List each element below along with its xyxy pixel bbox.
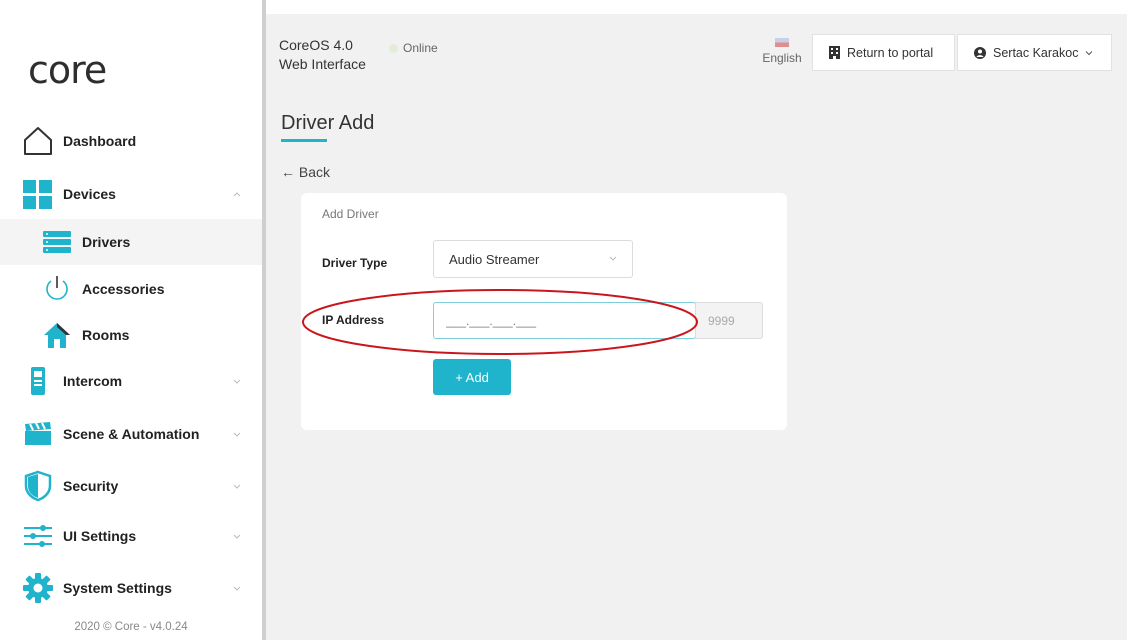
back-label: Back — [298, 164, 331, 180]
sidebar-item-rooms[interactable]: Rooms — [0, 312, 262, 358]
title-underline — [281, 139, 327, 142]
clapperboard-icon — [22, 418, 54, 450]
sidebar-item-label: System Settings — [63, 580, 172, 596]
building-icon — [829, 46, 840, 59]
sidebar-item-label: Drivers — [82, 234, 131, 250]
arrow-left-icon: ← — [281, 164, 295, 180]
status-label: Online — [403, 41, 438, 55]
chevron-down-icon — [608, 253, 618, 266]
chevron-down-icon — [232, 481, 242, 491]
grid-icon — [22, 178, 54, 210]
core-logo: core — [28, 48, 107, 92]
sidebar: core Dashboard Devices Drivers Accessori… — [0, 0, 262, 640]
us-flag-icon — [775, 38, 789, 47]
back-link[interactable]: ← Back — [281, 164, 330, 180]
chevron-down-icon — [1084, 48, 1094, 58]
server-icon — [42, 229, 72, 255]
main-content: CoreOS 4.0 Web Interface Online English … — [266, 14, 1127, 640]
sidebar-item-security[interactable]: Security — [0, 463, 262, 509]
gear-icon — [22, 572, 54, 604]
sidebar-item-label: Dashboard — [63, 133, 137, 149]
sidebar-item-drivers[interactable]: Drivers — [0, 219, 262, 265]
return-to-portal-button[interactable]: Return to portal — [812, 34, 955, 71]
app-title: CoreOS 4.0 Web Interface — [279, 36, 366, 74]
power-icon — [42, 276, 72, 302]
chevron-down-icon — [232, 429, 242, 439]
intercom-icon — [22, 365, 54, 397]
sidebar-footer: 2020 © Core - v4.0.24 — [74, 621, 188, 633]
shield-icon — [22, 470, 54, 502]
sidebar-item-label: Intercom — [63, 373, 123, 389]
sidebar-item-label: UI Settings — [63, 528, 137, 544]
sidebar-item-accessories[interactable]: Accessories — [0, 266, 262, 312]
home-icon — [22, 125, 54, 157]
chevron-down-icon — [232, 583, 242, 593]
user-name-label: Sertac Karakoc — [993, 45, 1079, 60]
status-indicator: Online — [389, 41, 438, 55]
app-window: core Dashboard Devices Drivers Accessori… — [0, 0, 1127, 640]
ip-address-label: IP Address — [322, 313, 385, 327]
language-selector[interactable]: English — [760, 38, 804, 65]
sidebar-item-label: Devices — [63, 186, 116, 202]
driver-type-select[interactable]: Audio Streamer — [433, 240, 633, 278]
card-title: Add Driver — [322, 207, 379, 221]
sidebar-item-devices[interactable]: Devices — [0, 171, 262, 217]
sidebar-item-system-settings[interactable]: System Settings — [0, 565, 262, 611]
chevron-up-icon — [232, 189, 242, 199]
language-label: English — [762, 51, 802, 65]
app-title-line2: Web Interface — [279, 56, 366, 72]
sidebar-item-ui-settings[interactable]: UI Settings — [0, 513, 262, 559]
sidebar-item-label: Security — [63, 478, 119, 494]
sidebar-item-dashboard[interactable]: Dashboard — [0, 118, 262, 164]
sidebar-item-label: Accessories — [82, 281, 165, 297]
chevron-down-icon — [232, 376, 242, 386]
sidebar-item-intercom[interactable]: Intercom — [0, 358, 262, 404]
ip-address-input[interactable] — [433, 302, 696, 339]
sidebar-item-label: Rooms — [82, 327, 130, 343]
app-title-line1: CoreOS 4.0 — [279, 37, 353, 53]
house-icon — [42, 322, 72, 348]
driver-type-label: Driver Type — [322, 256, 388, 270]
add-button[interactable]: + Add — [433, 359, 511, 395]
sliders-icon — [22, 520, 54, 552]
driver-type-value: Audio Streamer — [449, 251, 540, 267]
sidebar-item-label: Scene & Automation — [63, 426, 200, 442]
sidebar-item-scene-automation[interactable]: Scene & Automation — [0, 411, 262, 457]
port-input[interactable]: 9999 — [695, 302, 763, 339]
user-menu-button[interactable]: Sertac Karakoc — [957, 34, 1112, 71]
status-dot-icon — [389, 43, 398, 53]
add-driver-card: Add Driver Driver Type Audio Streamer IP… — [301, 193, 787, 430]
return-to-portal-label: Return to portal — [847, 45, 934, 60]
chevron-down-icon — [232, 531, 242, 541]
user-circle-icon — [974, 46, 986, 59]
page-title: Driver Add — [281, 112, 375, 134]
